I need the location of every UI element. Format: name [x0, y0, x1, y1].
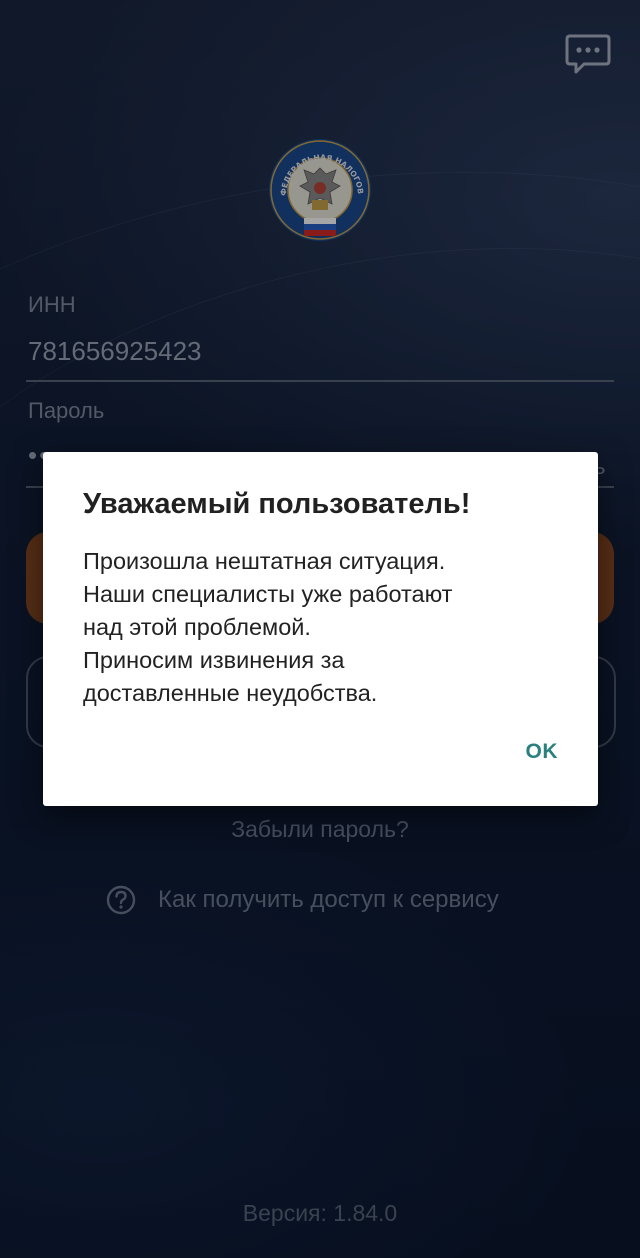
dialog-message-line: над этой проблемой. — [83, 614, 311, 640]
dialog-message-line: доставленные неудобства. — [83, 680, 378, 706]
dialog-message-line: Наши специалисты уже работают — [83, 581, 453, 607]
dialog-message: Произошла нештатная ситуация. Наши специ… — [83, 545, 563, 710]
ok-button[interactable]: OK — [520, 736, 565, 768]
dialog-message-line: Произошла нештатная ситуация. — [83, 548, 446, 574]
login-screen: ФЕДЕРАЛЬНАЯ НАЛОГОВАЯ СЛУЖБА ИНН 7816569… — [0, 0, 640, 1258]
error-dialog: Уважаемый пользователь! Произошла нештат… — [43, 452, 598, 806]
dialog-message-line: Приносим извинения за — [83, 647, 345, 673]
dialog-title: Уважаемый пользователь! — [83, 488, 471, 520]
